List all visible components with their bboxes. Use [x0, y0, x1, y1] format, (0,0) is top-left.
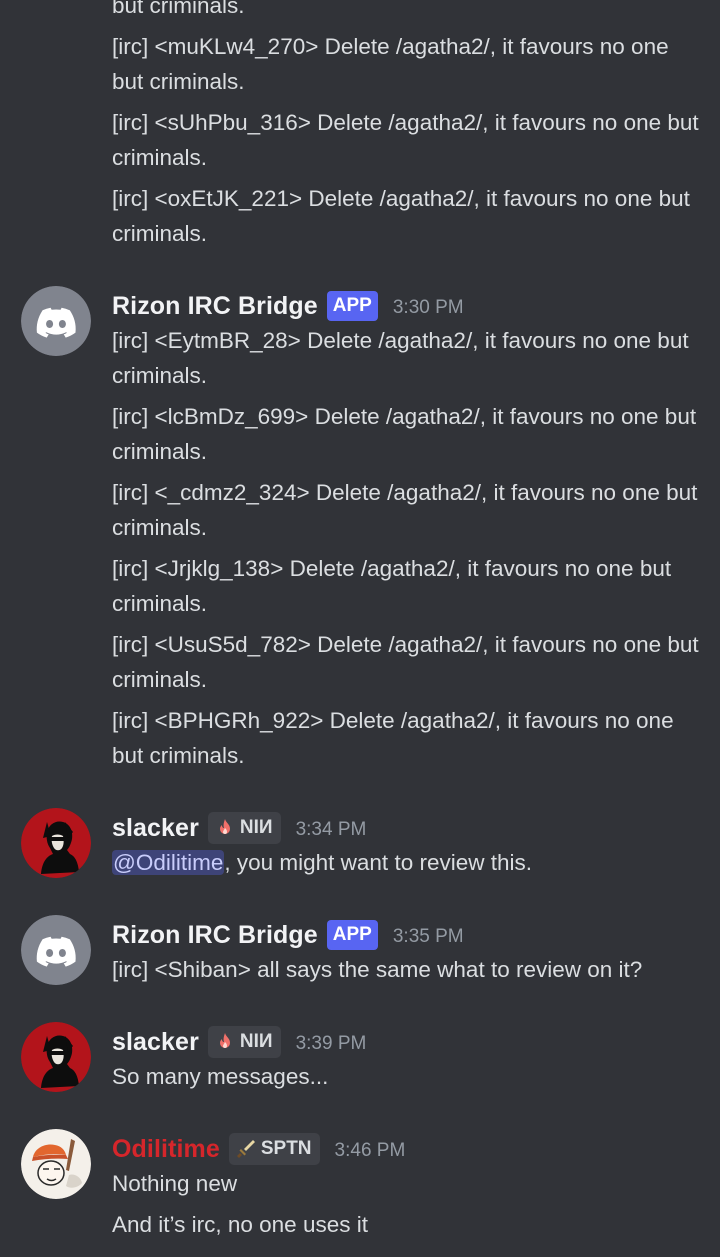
message-header: Rizon IRC Bridge APP 3:35 PM: [112, 918, 464, 952]
message-header: slacker NIИ 3:34 PM: [112, 811, 366, 845]
role-tag-label: NIИ: [239, 1031, 273, 1052]
message-header: Odilitime SPTN 3:46 PM: [112, 1132, 405, 1166]
avatar[interactable]: [21, 1129, 91, 1199]
message-text: [irc] <_cdmz2_324> Delete /agatha2/, it …: [112, 480, 698, 540]
avatar[interactable]: [21, 1022, 91, 1092]
message-text: @Odilitime, you might want to review thi…: [112, 845, 702, 880]
role-tag-label: SPTN: [260, 1138, 312, 1159]
message-text: [irc] <oxEtJK_221> Delete /agatha2/, it …: [112, 186, 690, 246]
message-text: [irc] <EytmBR_28> Delete /agatha2/, it f…: [112, 328, 689, 388]
fire-icon: [219, 1033, 230, 1048]
timestamp[interactable]: 3:46 PM: [335, 1140, 406, 1162]
username[interactable]: Odilitime: [112, 1135, 220, 1164]
message-text: [irc] <lcBmDz_699> Delete /agatha2/, it …: [112, 404, 697, 464]
discord-logo-icon: [21, 915, 91, 985]
username[interactable]: Rizon IRC Bridge: [112, 921, 318, 950]
timestamp[interactable]: 3:30 PM: [393, 297, 464, 319]
message-header: slacker NIИ 3:39 PM: [112, 1025, 366, 1059]
username[interactable]: Rizon IRC Bridge: [112, 292, 318, 321]
message-text: [irc] <sUhPbu_316> Delete /agatha2/, it …: [112, 110, 699, 170]
timestamp[interactable]: 3:39 PM: [296, 1033, 367, 1055]
username[interactable]: slacker: [112, 814, 199, 843]
role-tag-label: NIИ: [239, 817, 273, 838]
message-header: Rizon IRC Bridge APP 3:30 PM: [112, 289, 464, 323]
message-text-rest: , you might want to review this.: [224, 850, 532, 875]
avatar[interactable]: [21, 915, 91, 985]
sword-icon: [236, 1140, 255, 1158]
timestamp[interactable]: 3:35 PM: [393, 926, 464, 948]
message-text: [irc] <Jrjklg_138> Delete /agatha2/, it …: [112, 556, 672, 616]
message-text: [irc] <UsuS5d_782> Delete /agatha2/, it …: [112, 632, 699, 692]
role-tag[interactable]: NIИ: [207, 1026, 281, 1058]
fire-icon: [219, 819, 230, 834]
username[interactable]: slacker: [112, 1028, 199, 1057]
message-text: And it’s irc, no one uses it: [112, 1212, 368, 1237]
role-tag[interactable]: SPTN: [228, 1133, 320, 1165]
avatar[interactable]: [21, 808, 91, 878]
message-text: Nothing new: [112, 1171, 238, 1196]
message-text: [irc] <BPHGRh_922> Delete /agatha2/, it …: [112, 708, 674, 768]
message-text: [irc] <Shiban> all says the same what to…: [112, 957, 643, 982]
user-mention[interactable]: @Odilitime: [112, 850, 225, 875]
message-text: [irc] <muKLw4_270> Delete /agatha2/, it …: [112, 34, 669, 94]
role-tag[interactable]: NIИ: [207, 812, 281, 844]
app-badge: APP: [326, 920, 378, 950]
discord-logo-icon: [21, 286, 91, 356]
slacker-avatar-icon: [21, 808, 91, 878]
avatar[interactable]: [21, 286, 91, 356]
app-badge: APP: [326, 291, 378, 321]
message-text: So many messages...: [112, 1064, 329, 1089]
timestamp[interactable]: 3:34 PM: [296, 819, 367, 841]
odilitime-avatar-icon: [21, 1129, 91, 1199]
slacker-avatar-icon: [21, 1022, 91, 1092]
message-text: but criminals.: [112, 0, 245, 18]
